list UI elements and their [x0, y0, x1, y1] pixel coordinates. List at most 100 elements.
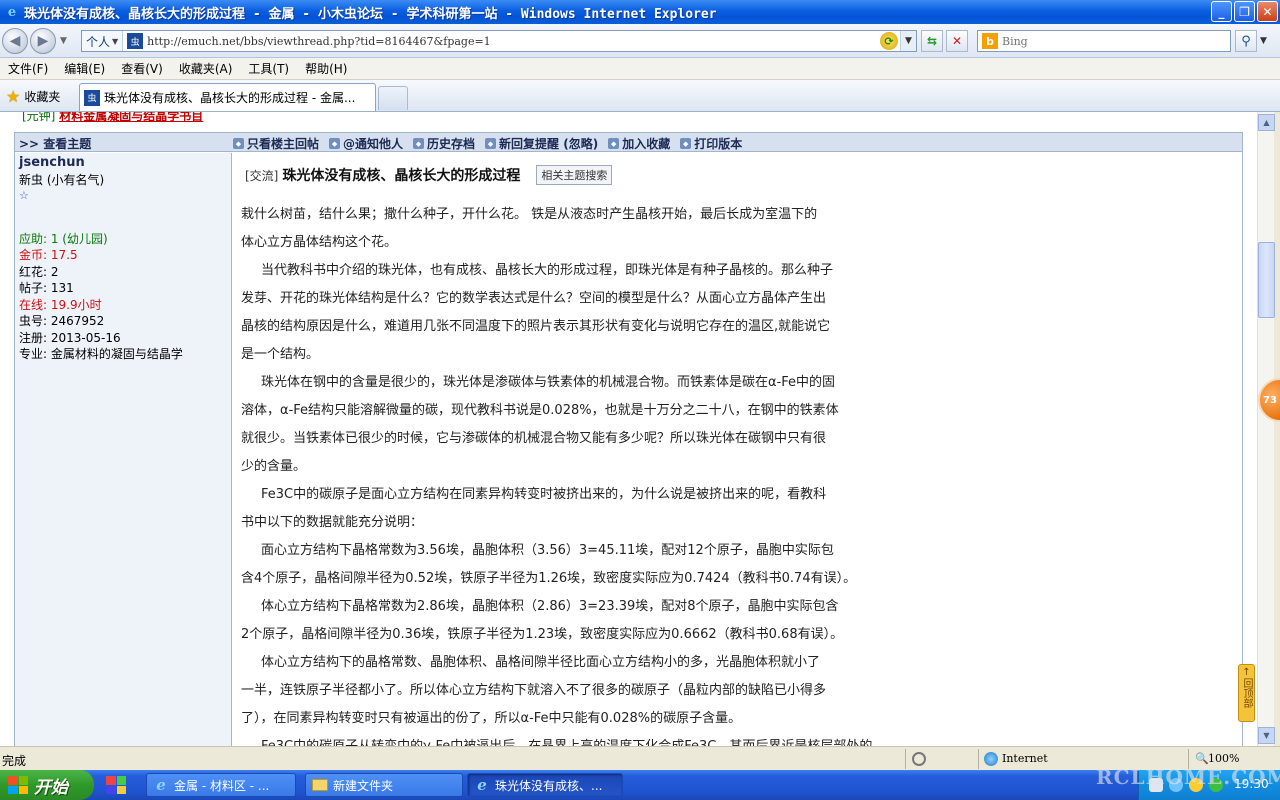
search-input[interactable]	[1002, 34, 1222, 48]
back-to-top-button[interactable]: ↑ 回顶部	[1238, 664, 1255, 722]
favorites-button[interactable]: ★ 收藏夹	[2, 85, 64, 107]
menu-favorites[interactable]: 收藏夹(A)	[171, 60, 241, 77]
zoom-level[interactable]: 100%	[1208, 752, 1239, 765]
quick-launch-icon[interactable]	[106, 776, 126, 794]
address-toolbar: ◀ ▶ ▼ 个人 ▼ 虫 http://emuch.net/bbs/viewthr…	[0, 24, 1280, 58]
arrow-up-icon: ▲	[1263, 118, 1270, 127]
address-field[interactable]: 个人 ▼ 虫 http://emuch.net/bbs/viewthread.ph…	[81, 30, 917, 52]
author-honghua: 红花: 2	[19, 264, 59, 279]
maximize-button[interactable]: ❐	[1234, 1, 1255, 22]
status-separator	[905, 749, 906, 769]
search-box[interactable]: b	[977, 30, 1231, 52]
related-search-button[interactable]: 相关主题搜索	[536, 165, 613, 185]
action-print-version[interactable]: ◆ 打印版本	[680, 135, 742, 152]
page-scrollbar[interactable]: ▲ ▼	[1257, 112, 1275, 746]
author-online-time: 在线: 19.9小时	[19, 297, 102, 312]
window-title: 珠光体没有成核、晶核长大的形成过程 - 金属 - 小木虫论坛 - 学术科研第一站…	[24, 6, 717, 22]
tab-title: 珠光体没有成核、晶核长大的形成过程 - 金属...	[104, 91, 356, 105]
taskbar: 开始 e 金属 - 材料区 - ... 新建文件夹 e 珠光体没有成核、... …	[0, 770, 1280, 800]
security-zone[interactable]: Internet	[1002, 752, 1048, 765]
close-button[interactable]: ✕	[1257, 1, 1278, 22]
title-bar[interactable]: e 珠光体没有成核、晶核长大的形成过程 - 金属 - 小木虫论坛 - 学术科研第…	[0, 0, 1280, 24]
post-line: 溶体，α-Fe结构只能溶解微量的碳，现代教科书说是0.028%，也就是十万分之二…	[241, 403, 839, 418]
menu-tools[interactable]: 工具(T)	[240, 60, 297, 77]
taskbar-item-new-folder[interactable]: 新建文件夹	[305, 773, 463, 797]
forward-button[interactable]: ▶	[30, 28, 56, 54]
post-line: 面心立方结构下晶格常数为3.56埃，晶胞体积（3.56）3=45.11埃，配对1…	[261, 543, 834, 558]
refresh-button[interactable]: ⇆	[921, 30, 943, 52]
tab-favicon-icon: 虫	[84, 89, 100, 106]
scroll-down-button[interactable]: ▼	[1258, 727, 1275, 744]
start-button[interactable]: 开始	[0, 770, 94, 800]
arrow-up-icon: ↑	[1242, 667, 1251, 678]
menu-edit[interactable]: 编辑(E)	[56, 60, 113, 77]
scroll-up-button[interactable]: ▲	[1258, 114, 1275, 131]
post-line: 发芽、开花的珠光体结构是什么？它的数学表达式是什么？空间的模型是什么？从面心立方…	[241, 291, 827, 306]
post-line: Fe3C中的碳原子从转变中的γ-Fe中被逼出后，在晶界上高的温度下化合成Fe3C…	[241, 733, 891, 746]
action-label: @通知他人	[343, 137, 404, 151]
taskbar-item-current-post[interactable]: e 珠光体没有成核、...	[467, 773, 623, 797]
author-spacer	[19, 205, 227, 231]
post-line: 体心立方晶体结构这个花。	[241, 235, 398, 250]
author-yingzhu: 应助: 1 (幼儿园)	[19, 231, 108, 246]
author-username[interactable]: jsenchun	[19, 155, 227, 172]
taskbar-item-label: 新建文件夹	[333, 778, 394, 793]
stop-button[interactable]: ✕	[946, 30, 968, 52]
author-info-panel: jsenchun 新虫 (小有名气) ☆ 应助: 1 (幼儿园) 金币: 17.…	[15, 153, 232, 746]
star-icon: ★	[6, 86, 21, 106]
scroll-thumb[interactable]	[1258, 242, 1275, 318]
action-label: 新回复提醒 (忽略)	[499, 137, 599, 151]
action-label: 打印版本	[694, 137, 743, 151]
url-dropdown-icon[interactable]: ▼	[900, 31, 916, 51]
author-post-count: 帖子: 131	[19, 281, 74, 295]
menu-file[interactable]: 文件(F)	[0, 60, 56, 77]
status-bar: 完成 Internet 🔍 100%	[0, 746, 1280, 770]
taskbar-item-metal-forum[interactable]: e 金属 - 材料区 - ...	[146, 773, 296, 797]
action-notify-others[interactable]: ◆ @通知他人	[329, 135, 403, 152]
history-dropdown-icon[interactable]: ▼	[60, 36, 67, 46]
bullet-icon: ◆	[608, 138, 620, 149]
window-controls: _ ❐ ✕	[1211, 1, 1278, 22]
search-button[interactable]: ⚲	[1235, 30, 1257, 52]
menu-view[interactable]: 查看(V)	[113, 60, 171, 77]
start-label: 开始	[34, 777, 68, 798]
post-line: 了），在同素异构转变时只有被逼出的份了，所以α-Fe中只能有0.028%的碳原子…	[241, 711, 742, 726]
bullet-icon: ◆	[485, 138, 497, 149]
favorites-label: 收藏夹	[24, 89, 61, 104]
post-line: 体心立方结构下的晶格常数、晶胞体积、晶格间隙半径比面心立方结构小的多，光晶胞体积…	[261, 655, 821, 670]
back-to-top-label: 回顶部	[1241, 678, 1252, 708]
post-line: 珠光体在钢中的含量是很少的，珠光体是渗碳体与铁素体的机械混合物。而铁素体是碳在α…	[261, 375, 836, 390]
status-text: 完成	[2, 754, 27, 768]
protected-mode-icon[interactable]	[912, 752, 926, 766]
post-line: 一半，连铁原子半径都小了。所以体心立方结构下就溶入不了很多的碳原子（晶粒内部的缺…	[241, 683, 827, 698]
post-line: 晶核的结构原因是什么，难道用几张不同温度下的照片表示其形状有变化与说明它存在的温…	[241, 319, 831, 334]
search-options-dropdown-icon[interactable]: ▼	[1260, 36, 1267, 46]
compatibility-icon[interactable]: ⟳	[880, 32, 898, 50]
persona-selector[interactable]: 个人 ▼	[82, 31, 124, 51]
back-button[interactable]: ◀	[2, 28, 28, 54]
minimize-button[interactable]: _	[1211, 1, 1232, 22]
action-reply-reminder[interactable]: ◆ 新回复提醒 (忽略)	[485, 135, 598, 152]
watermark: RCLHOME.COM	[1096, 765, 1280, 789]
previous-post-link-row: [元钟] 材料金属凝固与结晶学书目	[22, 112, 203, 124]
bullet-icon: ◆	[233, 138, 244, 149]
post-line: 当代教科书中介绍的珠光体，也有成核、晶核长大的形成过程，即珠光体是有种子晶核的。…	[261, 263, 834, 278]
post-actions: ◆ 只看楼主回帖 ◆ @通知他人 ◆ 历史存档 ◆ 新回复提醒 (忽略) ◆ 加入收藏 ◆…	[233, 135, 742, 152]
new-tab-button[interactable]	[378, 86, 408, 110]
internet-zone-icon	[984, 752, 998, 766]
action-add-favorite[interactable]: ◆ 加入收藏	[608, 135, 670, 152]
url-text[interactable]: http://emuch.net/bbs/viewthread.php?tid=…	[147, 35, 880, 48]
folder-icon	[312, 779, 328, 791]
tab-current[interactable]: 虫 珠光体没有成核、晶核长大的形成过程 - 金属...	[79, 83, 376, 111]
menu-help[interactable]: 帮助(H)	[297, 60, 355, 77]
previous-post-link[interactable]: 材料金属凝固与结晶学书目	[59, 112, 203, 123]
stop-icon: ✕	[951, 34, 963, 48]
arrow-down-icon: ▼	[1263, 731, 1270, 740]
post-body: [交流] 珠光体没有成核、晶核长大的形成过程 相关主题搜索 栽什么树苗，结什么果…	[233, 153, 1243, 746]
post-container: >> 查看主题 ◆ 只看楼主回帖 ◆ @通知他人 ◆ 历史存档 ◆ 新回复提醒 (忽略)…	[14, 132, 1243, 746]
action-author-only[interactable]: ◆ 只看楼主回帖	[233, 135, 319, 152]
post-header: >> 查看主题 ◆ 只看楼主回帖 ◆ @通知他人 ◆ 历史存档 ◆ 新回复提醒 (忽略)…	[15, 133, 1242, 152]
author-rank: 新虫 (小有名气)	[19, 172, 105, 187]
chevron-down-icon: ▼	[112, 36, 119, 46]
action-history-archive[interactable]: ◆ 历史存档	[413, 135, 475, 152]
